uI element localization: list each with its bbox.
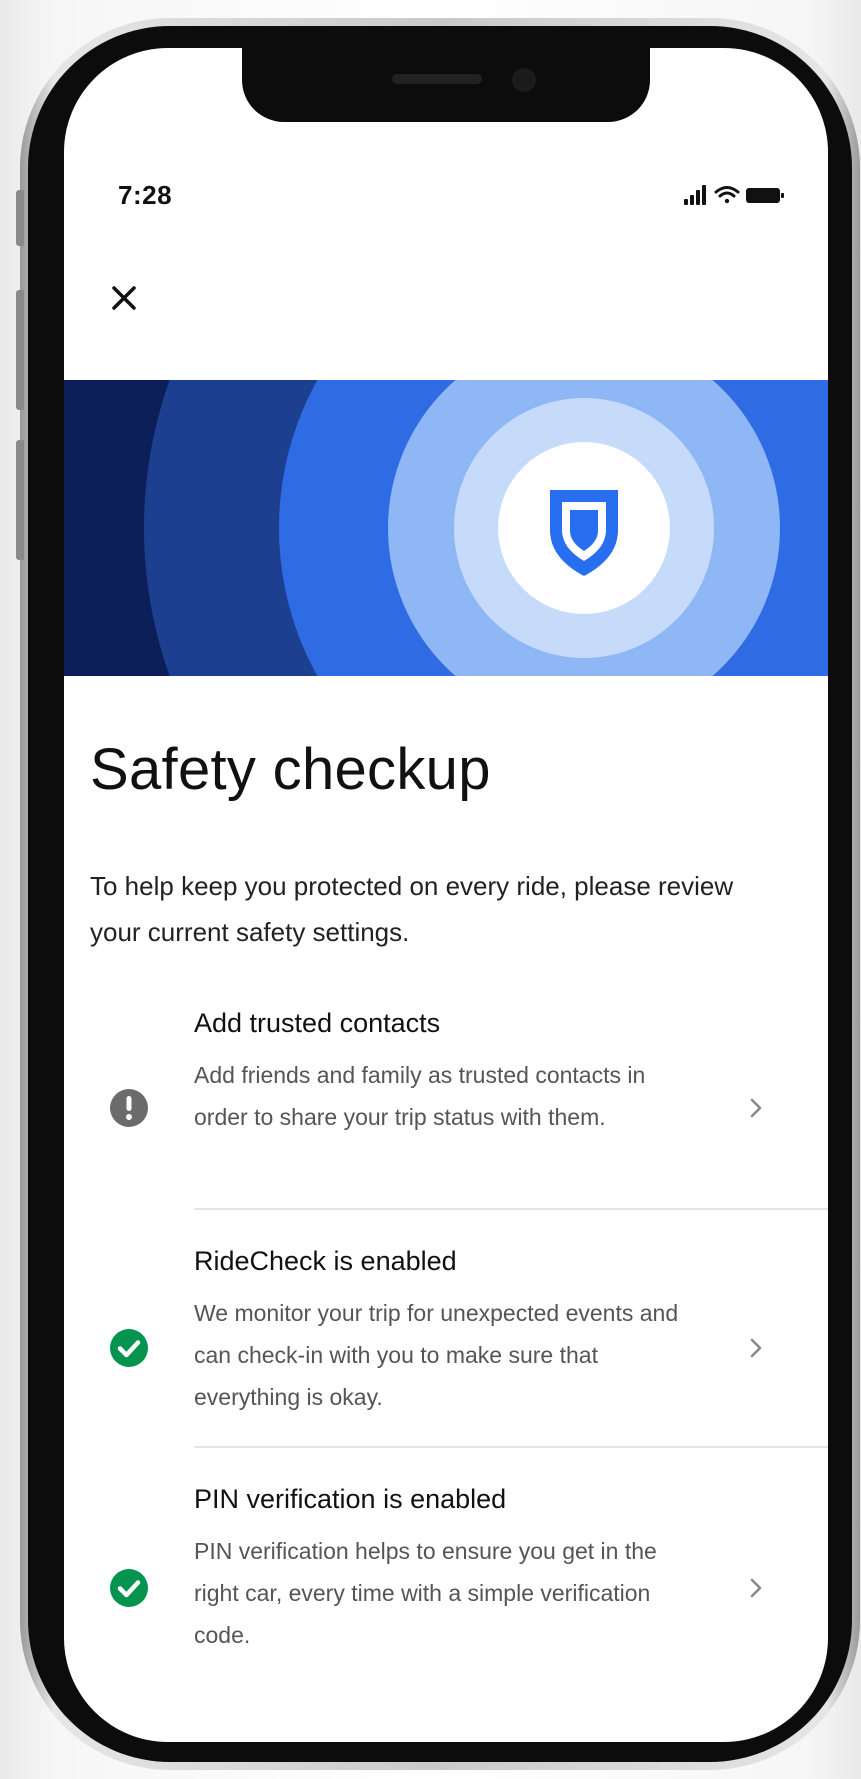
item-title: RideCheck is enabled bbox=[194, 1246, 457, 1276]
check-icon bbox=[110, 1569, 148, 1607]
close-icon bbox=[112, 286, 136, 310]
exclamation-icon bbox=[110, 1089, 148, 1127]
mute-switch bbox=[16, 190, 24, 246]
hero-illustration bbox=[64, 380, 828, 676]
wifi-icon bbox=[714, 186, 740, 204]
close-button[interactable] bbox=[104, 278, 144, 318]
chevron-right-icon bbox=[750, 1098, 762, 1118]
cellular-signal-icon bbox=[684, 185, 706, 205]
phone-screen: 7:28 Safety checkup To help keep you pro… bbox=[64, 48, 828, 1742]
volume-up-button bbox=[16, 290, 24, 410]
battery-icon bbox=[746, 188, 784, 203]
item-description: We monitor your trip for unexpected even… bbox=[194, 1300, 679, 1410]
list-item-ridecheck[interactable]: RideCheck is enabled We monitor your tri… bbox=[64, 1246, 828, 1428]
status-time: 7:28 bbox=[118, 180, 173, 210]
speaker-grille bbox=[392, 74, 482, 84]
list-item-pin-verification[interactable]: PIN verification is enabled PIN verifica… bbox=[64, 1484, 828, 1666]
hero-banner bbox=[64, 380, 828, 676]
item-title: Add trusted contacts bbox=[194, 1008, 441, 1038]
status-icons bbox=[684, 184, 794, 206]
check-icon bbox=[110, 1329, 148, 1367]
item-description: Add friends and family as trusted contac… bbox=[194, 1062, 646, 1130]
item-title: PIN verification is enabled bbox=[194, 1484, 507, 1514]
page-background: 7:28 Safety checkup To help keep you pro… bbox=[0, 0, 861, 1779]
divider bbox=[194, 1446, 828, 1448]
divider bbox=[194, 1208, 828, 1210]
page-intro: To help keep you protected on every ride… bbox=[90, 871, 734, 947]
chevron-right-icon bbox=[750, 1578, 762, 1598]
volume-down-button bbox=[16, 440, 24, 560]
item-description: PIN verification helps to ensure you get… bbox=[194, 1538, 657, 1648]
front-camera bbox=[512, 68, 536, 92]
chevron-right-icon bbox=[750, 1338, 762, 1358]
notch bbox=[242, 48, 650, 122]
page-title: Safety checkup bbox=[90, 737, 491, 802]
list-item-trusted-contacts[interactable]: Add trusted contacts Add friends and fam… bbox=[64, 1008, 828, 1190]
